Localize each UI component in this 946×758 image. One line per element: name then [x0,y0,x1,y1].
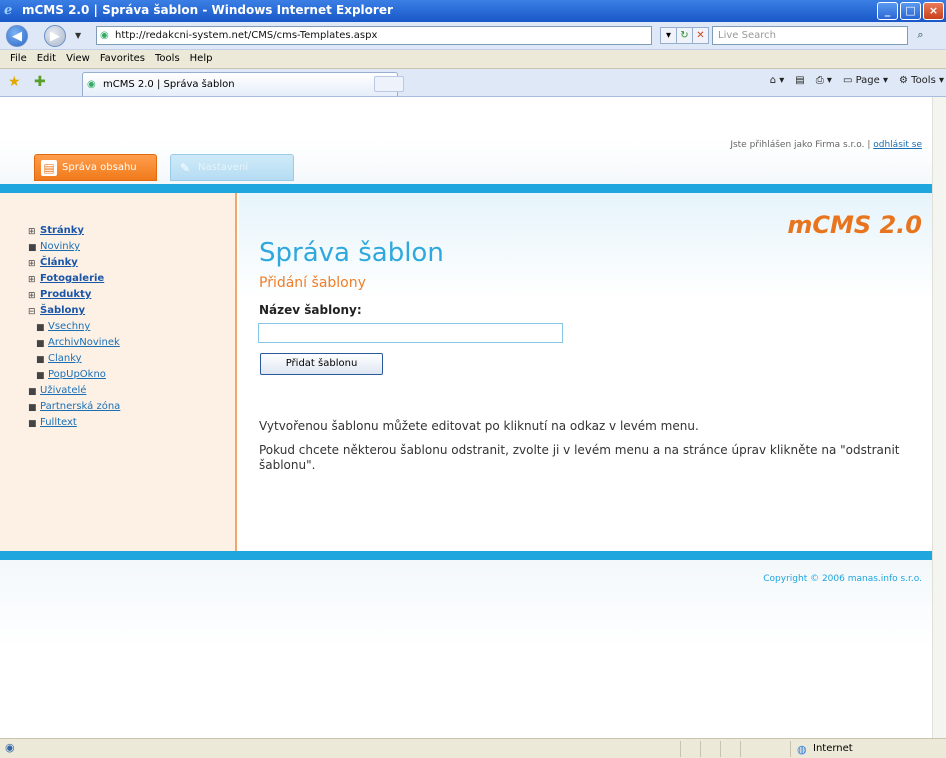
menu-view[interactable]: View [62,50,96,68]
left-menu: ⊞ Stránky ■ Novinky ⊞ Články ⊞ Fotogalerie ⊞… [0,193,237,551]
command-bar: ⌂ ▾ ▤ ⎙ ▾ ▭ Page ▾ ⚙ Tools ▾ [770,75,944,86]
globe-icon: ◍ [797,743,807,756]
window-controls: _ □ × [877,2,944,20]
search-input[interactable]: Live Search [712,26,908,45]
tools-menu[interactable]: ⚙ Tools ▾ [899,75,944,86]
page-subtitle: Přidání šablony [259,275,366,291]
brand-logo: mCMS 2.0 [787,211,922,239]
print-icon[interactable]: ⎙ ▾ [816,75,832,86]
menu-item-sablony[interactable]: ⊟ Šablony [28,305,235,321]
maximize-button[interactable]: □ [900,2,921,20]
address-dropdown-button[interactable]: ▾ [660,27,677,44]
browser-viewport: Jste přihlášen jako Firma s.r.o. | odhlá… [0,97,932,738]
favorites-star-icon[interactable]: ★ [8,75,21,89]
menu-edit[interactable]: Edit [33,50,62,68]
copyright-text: Copyright © 2006 manas.info s.r.o. [763,574,922,584]
tab-favicon: ◉ [87,79,96,90]
logout-link[interactable]: odhlásit se [873,140,922,150]
template-name-label: Název šablony: [259,303,362,317]
menu-help[interactable]: Help [186,50,219,68]
add-template-button[interactable]: Přidat šablonu [260,353,383,375]
address-field[interactable]: ◉ http://redakcni-system.net/CMS/cms-Tem… [96,26,652,45]
vertical-scrollbar[interactable] [932,97,946,738]
page-menu[interactable]: ▭ Page ▾ [843,75,888,86]
menu-item-fulltext[interactable]: ■ Fulltext [28,417,235,433]
submenu-item-vsechny[interactable]: ■ Vsechny [28,321,235,337]
security-zone[interactable]: ◍ Internet [790,741,930,757]
main-content: mCMS 2.0 Správa šablon Přidání šablony N… [239,193,932,551]
status-cell [700,741,718,757]
login-info: Jste přihlášen jako Firma s.r.o. | odhlá… [730,140,922,150]
status-bar: ◉ ◍ Internet [0,738,946,758]
tab-settings[interactable]: ✎ Nastavení [170,154,294,181]
submenu-item-popupokno[interactable]: ■ PopUpOkno [28,369,235,385]
history-dropdown-icon[interactable]: ▼ [75,31,81,40]
search-icon[interactable]: ⌕ [912,26,929,45]
status-cell [680,741,698,757]
menu-item-produkty[interactable]: ⊞ Produkty [28,289,235,305]
tab-title: mCMS 2.0 | Správa šablon [103,79,235,90]
template-name-input[interactable] [258,323,563,343]
wrench-icon: ✎ [179,161,191,175]
window-title-bar: ℯ mCMS 2.0 | Správa šablon - Windows Int… [0,0,946,22]
minimize-button[interactable]: _ [877,2,898,20]
submenu-item-archivnovinek[interactable]: ■ ArchivNovinek [28,337,235,353]
home-icon[interactable]: ⌂ ▾ [770,75,785,86]
stop-button[interactable]: ✕ [692,27,709,44]
submenu-item-clanky[interactable]: ■ Clanky [28,353,235,369]
menu-tools[interactable]: Tools [151,50,186,68]
status-cell [740,741,758,757]
address-toolbar: ◀ ▶ ▼ ◉ http://redakcni-system.net/CMS/c… [0,22,946,50]
menu-favorites[interactable]: Favorites [96,50,151,68]
menu-item-novinky[interactable]: ■ Novinky [28,241,235,257]
page-header: Jste přihlášen jako Firma s.r.o. | odhlá… [0,97,932,184]
info-text-delete: Pokud chcete některou šablonu odstranit,… [259,443,900,472]
refresh-button[interactable]: ↻ [676,27,693,44]
menu-bar: File Edit View Favorites Tools Help [0,50,946,69]
document-icon: ▤ [41,160,57,176]
page-icon: ◉ [100,30,109,41]
address-url: http://redakcni-system.net/CMS/cms-Templ… [115,30,378,41]
window-title: mCMS 2.0 | Správa šablon - Windows Inter… [22,3,393,17]
tab-bar: ★ ✚ ◉ mCMS 2.0 | Správa šablon ⌂ ▾ ▤ ⎙ ▾… [0,69,946,97]
tab-content-management[interactable]: ▤ Správa obsahu [34,154,157,181]
menu-item-fotogalerie[interactable]: ⊞ Fotogalerie [28,273,235,289]
forward-button[interactable]: ▶ [44,25,66,47]
page-footer: Copyright © 2006 manas.info s.r.o. [0,560,932,738]
back-button[interactable]: ◀ [6,25,28,47]
status-cell [720,741,738,757]
browser-tab[interactable]: ◉ mCMS 2.0 | Správa šablon [82,72,398,96]
header-divider [0,184,932,193]
new-tab-button[interactable] [374,76,404,92]
status-page-icon: ◉ [5,741,15,754]
feeds-icon[interactable]: ▤ [795,75,804,86]
ie-logo-icon: ℯ [4,3,13,18]
menu-item-uzivatele[interactable]: ■ Uživatelé [28,385,235,401]
close-button[interactable]: × [923,2,944,20]
footer-divider [0,551,932,560]
menu-file[interactable]: File [6,50,33,68]
menu-item-clanky[interactable]: ⊞ Články [28,257,235,273]
page-title: Správa šablon [259,238,444,268]
menu-item-stranky[interactable]: ⊞ Stránky [28,225,235,241]
menu-item-partnerska-zona[interactable]: ■ Partnerská zóna [28,401,235,417]
info-text-edit: Vytvořenou šablonu můžete editovat po kl… [259,419,699,433]
add-favorites-icon[interactable]: ✚ [34,75,46,89]
